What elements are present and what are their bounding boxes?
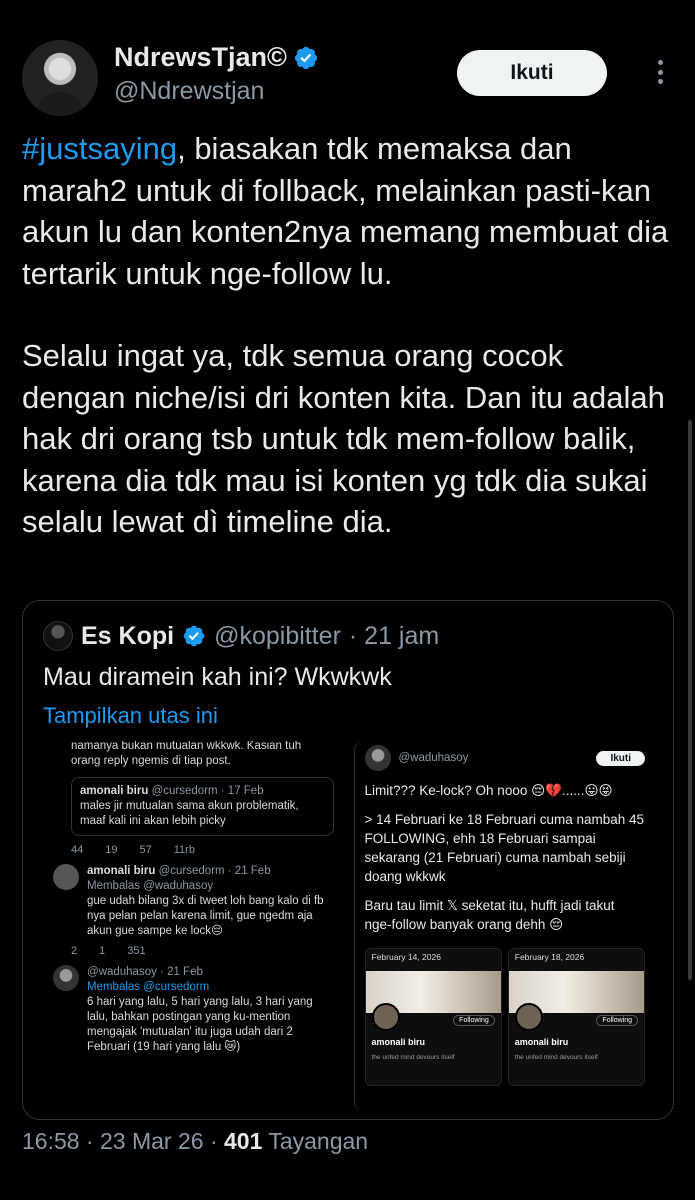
- nested-text: males jir mutualan sama akun problematik…: [80, 800, 299, 827]
- mini-following: Following: [596, 1015, 638, 1026]
- shot-right-line3: Baru tau limit 𝕏 seketat itu, hufft jadi…: [364, 898, 615, 932]
- hashtag-link[interactable]: #justsaying: [22, 131, 177, 166]
- mini-meta: the unfed mind devours itself: [371, 1054, 455, 1061]
- repost-count: 1: [99, 945, 106, 957]
- views-label: Tayangan: [262, 1128, 369, 1154]
- quote-time: · 21 jam: [348, 621, 440, 650]
- screenshot-right[interactable]: @waduhasoy Ikuti Limit??? Ke-lock? Oh no…: [353, 741, 655, 1111]
- view-count: 11rb: [173, 844, 195, 856]
- quote-display-name[interactable]: Es Kopi: [81, 622, 174, 651]
- reply2-text: 6 hari yang lalu, 5 hari yang lalu, 3 ha…: [87, 996, 313, 1053]
- mini-meta: the unfed mind devours itself: [514, 1054, 598, 1061]
- reply-avatar: [53, 864, 79, 890]
- screenshot-left[interactable]: namanya bukan mutualan wkkwk. Kasian tuh…: [43, 741, 344, 1111]
- author-handle[interactable]: @Ndrewstjan: [114, 77, 319, 106]
- quote-text: Mau diramein kah ini? Wkwkwk: [43, 663, 392, 691]
- quoted-tweet[interactable]: Es Kopi @kopibitter · 21 jam Mau diramei…: [22, 600, 674, 1120]
- tweet-paragraph-2: Selalu ingat ya, tdk semua orang cocok d…: [22, 338, 665, 539]
- nested-name: amonali biru: [80, 785, 149, 797]
- mini-following: Following: [453, 1015, 495, 1026]
- view-count: 401: [224, 1128, 263, 1154]
- shot-left-nested-header: amonali biru @cursedorm · 17 Feb: [80, 784, 325, 799]
- shot-left-actions-1: 44 19 57 11rb: [71, 844, 334, 856]
- tweet-meta: 16:58 · 23 Mar 26 · 401 Tayangan: [22, 1128, 368, 1155]
- tweet-text: #justsaying, biasakan tdk memaksa dan ma…: [22, 128, 672, 584]
- shot-right-line2: > 14 Februari ke 18 Februari cuma nambah…: [364, 812, 645, 884]
- verified-badge-icon: [294, 46, 318, 69]
- like-count: 57: [139, 844, 152, 856]
- shot-right-follow: Ikuti: [596, 750, 645, 766]
- repost-count: 19: [105, 844, 118, 856]
- shot-left-nested-tweet: amonali biru @cursedorm · 17 Feb males j…: [71, 777, 334, 836]
- mini-date: February 14, 2026: [371, 952, 441, 962]
- author-name-text[interactable]: NdrewsTjan©: [114, 42, 287, 73]
- mini-profile-1: February 14, 2026 Following amonali biru…: [364, 948, 502, 1086]
- verified-badge-icon: [183, 625, 205, 647]
- author-names: NdrewsTjan© @Ndrewstjan: [114, 42, 319, 106]
- follow-button[interactable]: Ikuti: [457, 50, 607, 96]
- reply1-text: gue udah bilang 3x di tweet loh bang kal…: [87, 895, 324, 937]
- reply2-handle: @waduhasoy · 21 Feb: [87, 966, 203, 978]
- mini-date: February 18, 2026: [514, 952, 585, 962]
- tweet-header: NdrewsTjan© @Ndrewstjan Ikuti: [22, 40, 673, 116]
- nested-handle: @cursedorm · 17 Feb: [151, 785, 264, 797]
- quote-media[interactable]: namanya bukan mutualan wkkwk. Kasian tuh…: [43, 741, 655, 1111]
- timestamp[interactable]: 16:58 · 23 Mar 26 ·: [22, 1128, 224, 1154]
- reply-count: 2: [71, 945, 78, 957]
- shot-right-handle: @waduhasoy: [398, 751, 469, 764]
- mini-name: amonali biru: [514, 1037, 569, 1047]
- mini-name: amonali biru: [371, 1037, 426, 1047]
- quote-avatar[interactable]: [43, 621, 73, 651]
- quote-header: Es Kopi @kopibitter · 21 jam: [43, 621, 439, 651]
- reply1-handle: @cursedorm · 21 Feb: [158, 865, 271, 877]
- mini-avatar: [514, 1003, 543, 1031]
- shot-right-line1: Limit??? Ke-lock? Oh nooo 😔💔......😛😝: [364, 783, 613, 798]
- reply-count: 44: [71, 844, 84, 856]
- more-options-icon[interactable]: [647, 54, 673, 90]
- tweet-paragraph-1: #justsaying, biasakan tdk memaksa dan ma…: [22, 128, 672, 294]
- shot-right-header: @waduhasoy Ikuti: [364, 745, 645, 771]
- author-display-name[interactable]: NdrewsTjan©: [114, 42, 319, 73]
- reply1-to: Membalas @waduhasoy: [87, 880, 214, 892]
- author-avatar[interactable]: [22, 40, 98, 116]
- reply1-name: amonali biru: [87, 865, 156, 877]
- scrollbar[interactable]: [688, 420, 692, 980]
- shot-left-reply-2: @waduhasoy · 21 Feb Membalas @cursedorm …: [53, 965, 334, 1055]
- shot-right-images: February 14, 2026 Following amonali biru…: [364, 948, 645, 1086]
- reply2-to: Membalas @cursedorm: [87, 981, 210, 993]
- shot-left-top-text: namanya bukan mutualan wkkwk. Kasian tuh…: [71, 741, 302, 767]
- mini-profile-2: February 18, 2026 Following amonali biru…: [507, 948, 645, 1086]
- reply-avatar: [53, 965, 79, 991]
- shot-right-avatar: [364, 745, 391, 771]
- shot-left-reply-1: amonali biru @cursedorm · 21 Feb Membala…: [53, 864, 334, 939]
- view-count: 351: [127, 945, 146, 957]
- shot-left-actions-2: 2 1 351: [71, 945, 334, 957]
- mini-avatar: [371, 1003, 400, 1031]
- quote-handle[interactable]: @kopibitter: [214, 622, 341, 651]
- show-thread-link[interactable]: Tampilkan utas ini: [43, 703, 218, 729]
